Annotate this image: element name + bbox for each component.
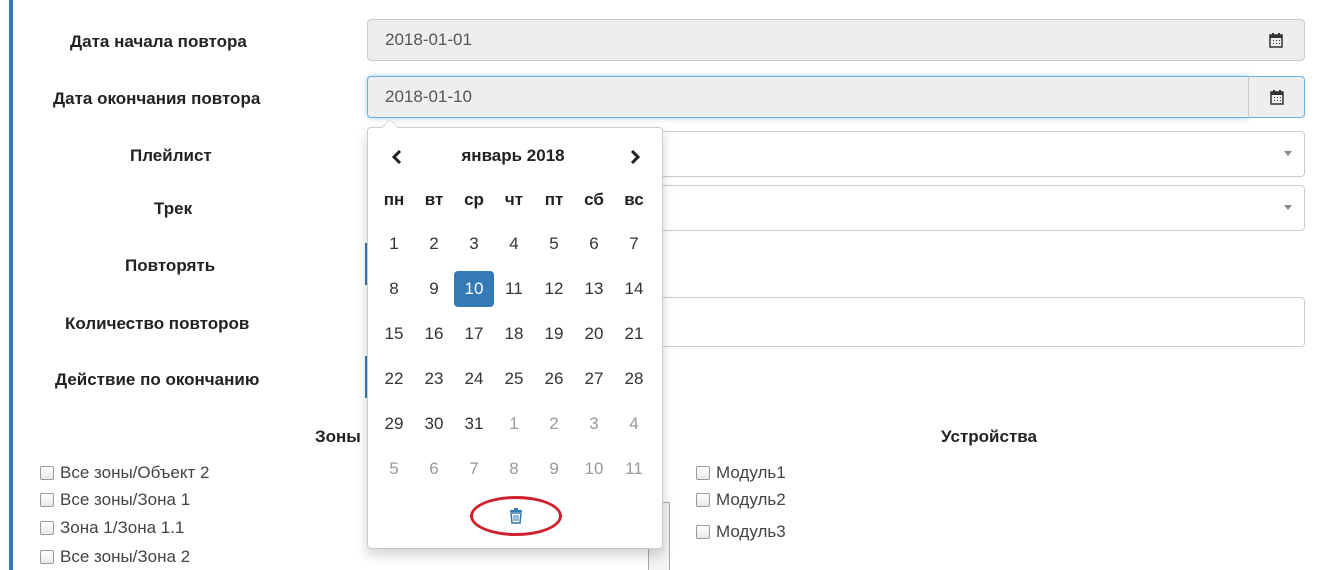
- clear-date-button[interactable]: [470, 496, 562, 536]
- caret-down-icon: [1284, 151, 1292, 156]
- day-cell[interactable]: 4: [494, 226, 534, 262]
- checkbox[interactable]: [696, 466, 710, 480]
- day-cell[interactable]: 2: [414, 226, 454, 262]
- day-cell[interactable]: 4: [614, 406, 654, 442]
- weekday-label: ср: [464, 190, 484, 209]
- day-cell[interactable]: 6: [414, 451, 454, 487]
- datepicker-dropdown: январь 2018 пн вт ср чт пт сб вс 1 2 3 4 5 6 7 8 9 10 11…: [367, 119, 663, 549]
- day-cell[interactable]: 20: [574, 316, 614, 352]
- day-cell[interactable]: 1: [374, 226, 414, 262]
- end-date-calendar-button[interactable]: [1248, 76, 1305, 118]
- day-cell[interactable]: 17: [454, 316, 494, 352]
- end-action-label: Действие по окончанию: [55, 370, 260, 389]
- day-cell[interactable]: 26: [534, 361, 574, 397]
- day-cell[interactable]: 7: [614, 226, 654, 262]
- repeat-count-label: Количество повторов: [65, 314, 250, 333]
- caret-down-icon: [1284, 205, 1292, 210]
- day-cell[interactable]: 15: [374, 316, 414, 352]
- weekday-label: сб: [584, 190, 604, 209]
- day-cell[interactable]: 8: [374, 271, 414, 307]
- checkbox[interactable]: [40, 493, 54, 507]
- devices-title: Устройства: [941, 427, 1037, 446]
- day-cell[interactable]: 31: [454, 406, 494, 442]
- day-cell[interactable]: 5: [534, 226, 574, 262]
- weekday-label: пт: [544, 190, 564, 209]
- day-cell[interactable]: 12: [534, 271, 574, 307]
- next-month-button[interactable]: [620, 144, 650, 170]
- zone-item[interactable]: Все зоны/Зона 2: [40, 547, 190, 567]
- track-label: Трек: [154, 199, 193, 218]
- calendar-icon: [1269, 33, 1283, 48]
- checkbox[interactable]: [40, 521, 54, 535]
- day-cell[interactable]: 2: [534, 406, 574, 442]
- day-cell[interactable]: 9: [414, 271, 454, 307]
- day-cell[interactable]: 21: [614, 316, 654, 352]
- day-cell[interactable]: 16: [414, 316, 454, 352]
- weekday-label: вт: [424, 190, 444, 209]
- day-cell[interactable]: 13: [574, 271, 614, 307]
- day-cell[interactable]: 6: [574, 226, 614, 262]
- day-cell[interactable]: 19: [534, 316, 574, 352]
- left-accent-bar: [9, 0, 13, 570]
- chevron-right-icon: [630, 150, 641, 164]
- trash-icon: [510, 508, 522, 524]
- checkbox[interactable]: [40, 550, 54, 564]
- day-cell[interactable]: 22: [374, 361, 414, 397]
- day-cell[interactable]: 18: [494, 316, 534, 352]
- playlist-select[interactable]: [650, 131, 1305, 177]
- day-cell[interactable]: 28: [614, 361, 654, 397]
- day-cell[interactable]: 25: [494, 361, 534, 397]
- end-date-label: Дата окончания повтора: [53, 89, 261, 108]
- repeat-label: Повторять: [125, 256, 216, 275]
- day-cell[interactable]: 23: [414, 361, 454, 397]
- track-select[interactable]: [650, 185, 1305, 231]
- day-cell[interactable]: 11: [614, 451, 654, 487]
- day-cell[interactable]: 3: [454, 226, 494, 262]
- end-date-input[interactable]: 2018-01-10: [367, 76, 1249, 118]
- day-cell[interactable]: 10: [574, 451, 614, 487]
- playlist-label: Плейлист: [130, 146, 212, 165]
- day-cell[interactable]: 27: [574, 361, 614, 397]
- device-item[interactable]: Модуль3: [696, 522, 786, 542]
- day-cell[interactable]: 10: [454, 271, 494, 307]
- day-cell[interactable]: 1: [494, 406, 534, 442]
- month-title[interactable]: январь 2018: [438, 146, 588, 166]
- day-cell[interactable]: 9: [534, 451, 574, 487]
- zone-item[interactable]: Все зоны/Объект 2: [40, 463, 209, 483]
- prev-month-button[interactable]: [382, 144, 412, 170]
- start-date-calendar-button[interactable]: [1248, 19, 1305, 61]
- start-date-input[interactable]: 2018-01-01: [367, 19, 1249, 61]
- device-item[interactable]: Модуль1: [696, 463, 786, 483]
- day-cell[interactable]: 24: [454, 361, 494, 397]
- weekday-label: чт: [504, 190, 524, 209]
- day-cell[interactable]: 29: [374, 406, 414, 442]
- weekday-label: пн: [383, 190, 405, 209]
- zones-title: Зоны: [315, 427, 361, 446]
- weekday-label: вс: [624, 190, 644, 209]
- day-cell[interactable]: 3: [574, 406, 614, 442]
- checkbox[interactable]: [696, 525, 710, 539]
- checkbox[interactable]: [696, 493, 710, 507]
- repeat-count-input[interactable]: [650, 297, 1305, 347]
- day-cell[interactable]: 8: [494, 451, 534, 487]
- day-cell[interactable]: 14: [614, 271, 654, 307]
- day-cell[interactable]: 7: [454, 451, 494, 487]
- day-cell[interactable]: 30: [414, 406, 454, 442]
- zone-item[interactable]: Все зоны/Зона 1: [40, 490, 190, 510]
- day-cell[interactable]: 11: [494, 271, 534, 307]
- device-item[interactable]: Модуль2: [696, 490, 786, 510]
- day-cell[interactable]: 5: [374, 451, 414, 487]
- zone-item[interactable]: Зона 1/Зона 1.1: [40, 518, 184, 538]
- calendar-icon: [1269, 90, 1284, 105]
- start-date-label: Дата начала повтора: [70, 32, 247, 51]
- checkbox[interactable]: [40, 466, 54, 480]
- chevron-left-icon: [391, 150, 402, 164]
